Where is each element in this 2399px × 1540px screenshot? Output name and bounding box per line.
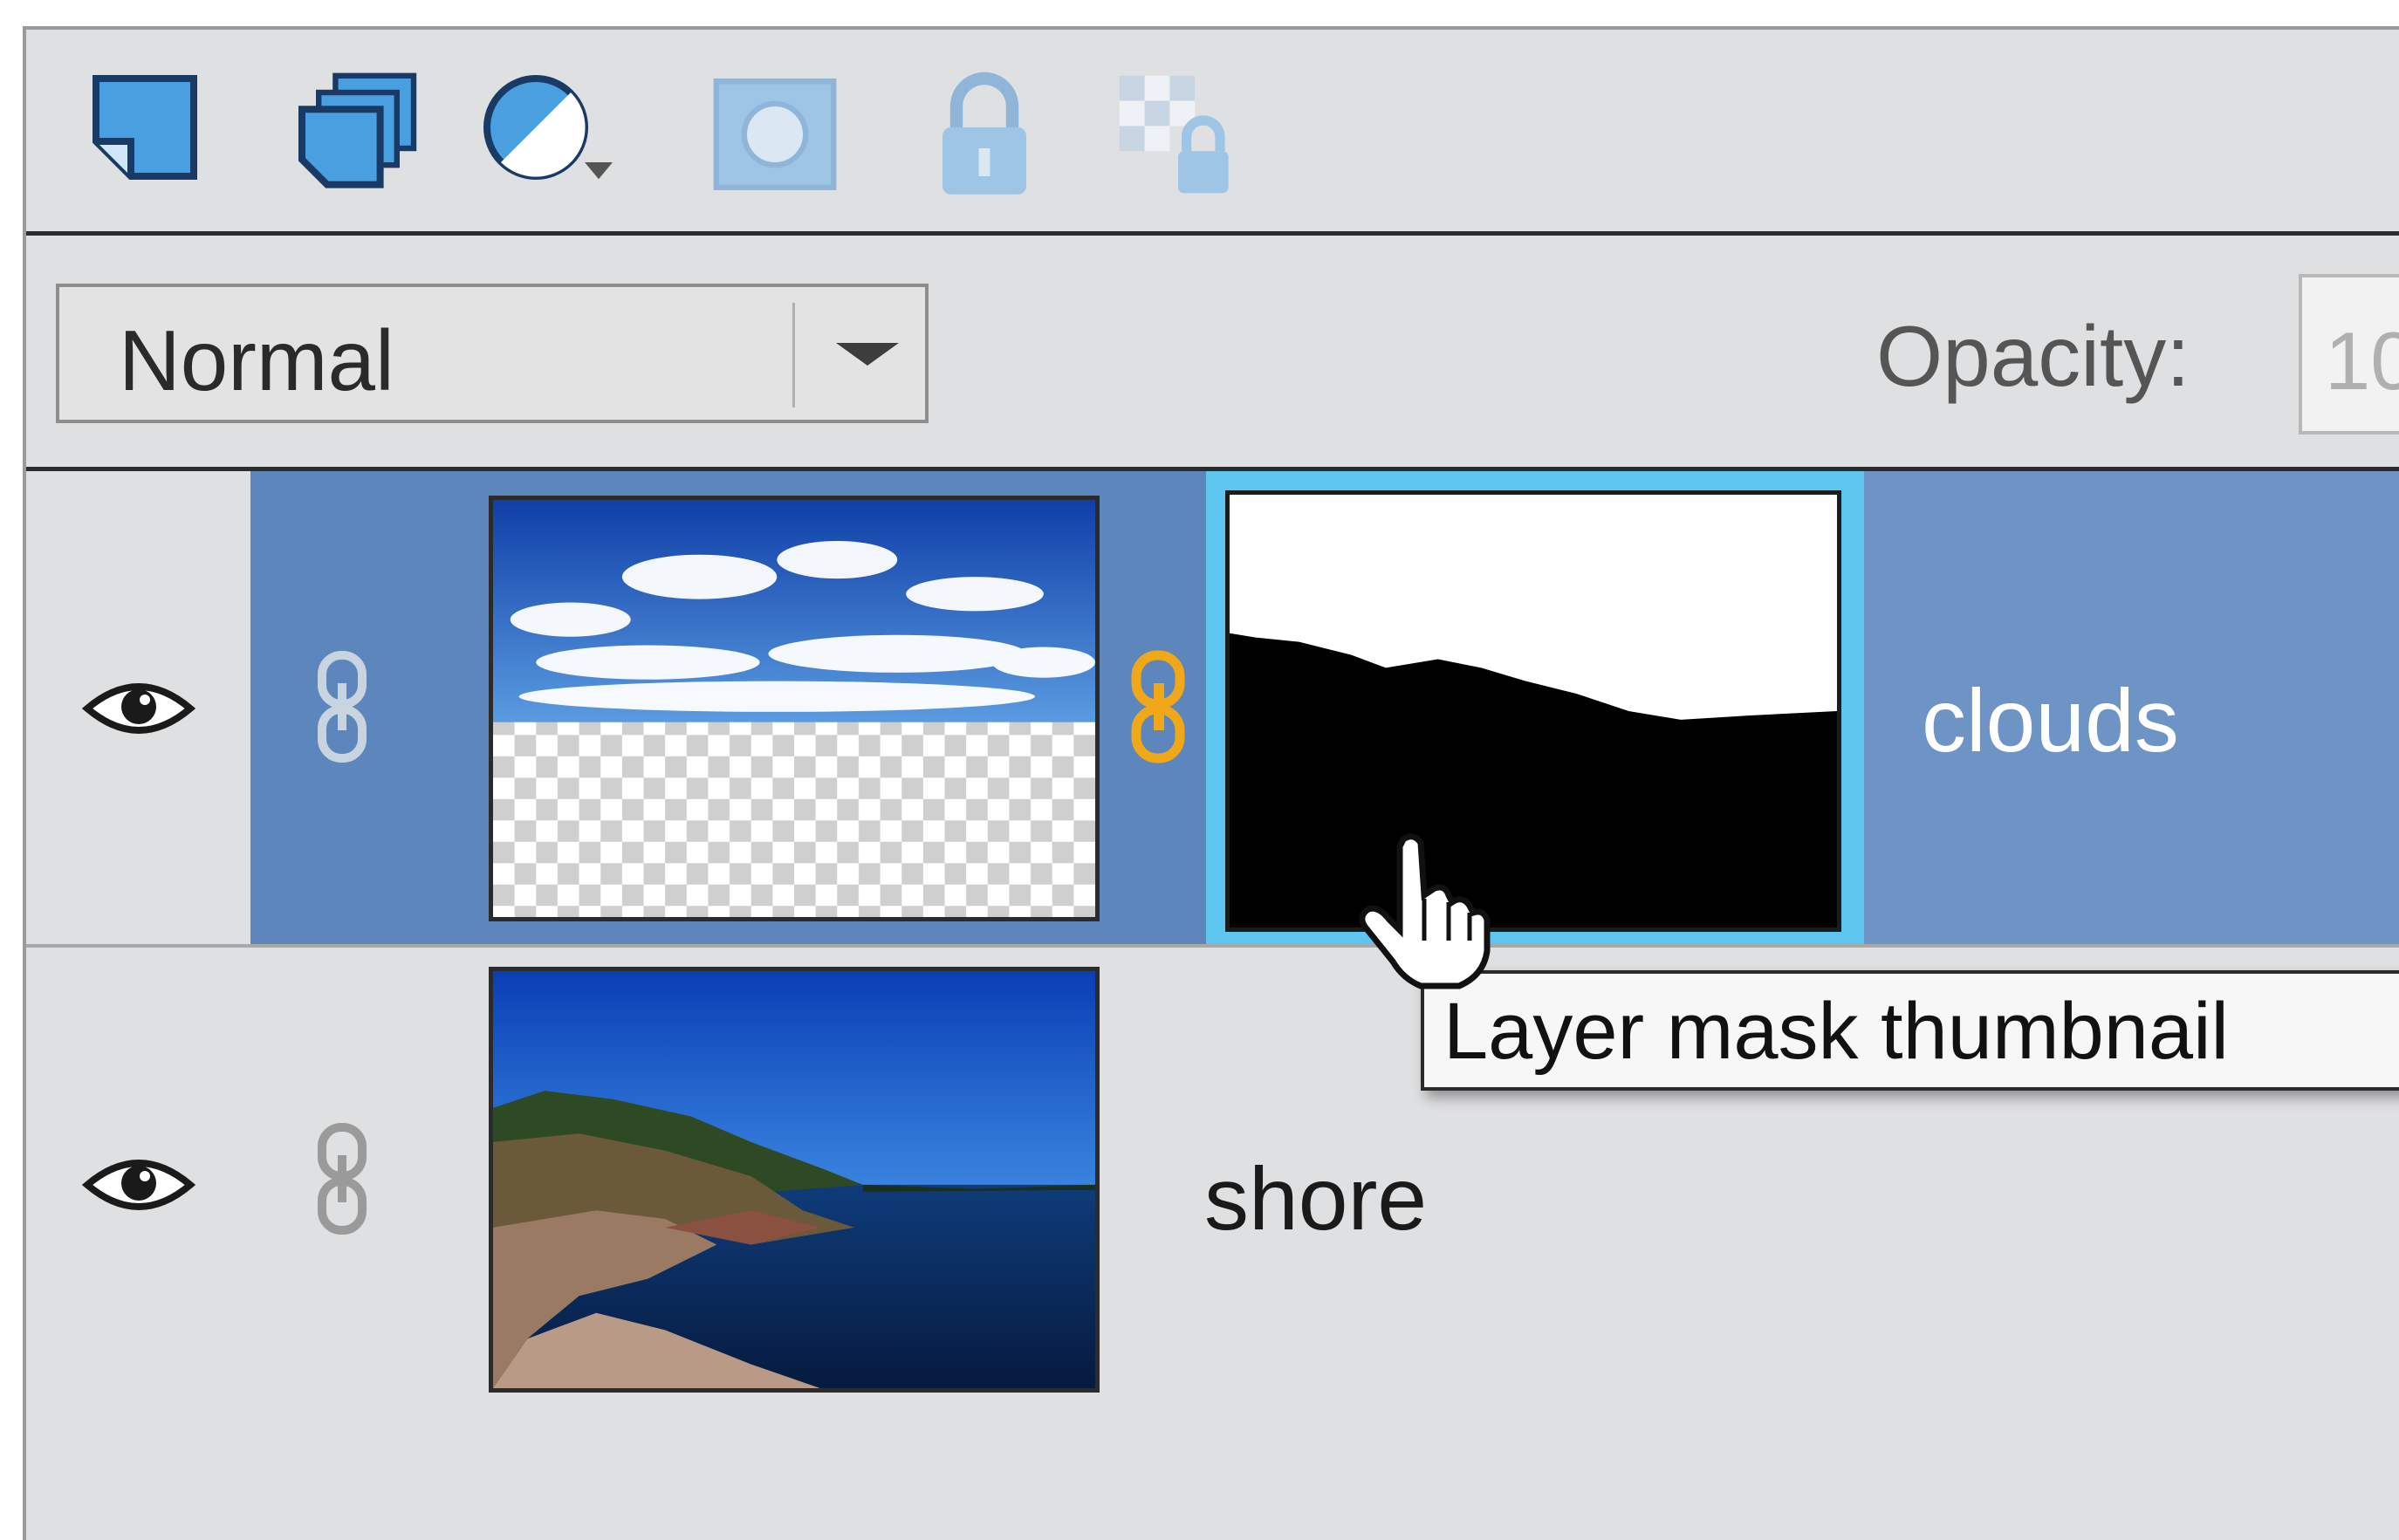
layers-toolbar — [26, 30, 2399, 236]
opacity-value: 10 — [2325, 315, 2399, 407]
chevron-down-icon — [836, 343, 899, 366]
layers-panel: Normal Opacity: 10 clouds shore — [23, 26, 2399, 1540]
blend-row: Normal Opacity: 10 — [26, 236, 2399, 471]
tooltip-text: Layer mask thumbnail — [1443, 987, 2229, 1076]
lock-transparency-icon — [1108, 65, 1248, 204]
layer-row-clouds[interactable]: clouds — [26, 471, 2399, 948]
mask-preview — [1225, 490, 1841, 932]
blend-mode-select[interactable]: Normal — [56, 284, 929, 423]
select-divider — [792, 303, 795, 407]
new-group-icon[interactable] — [288, 65, 428, 204]
mask-link-icon[interactable] — [1124, 650, 1194, 763]
layer-name-clouds[interactable]: clouds — [1922, 670, 2179, 772]
hand-cursor-icon — [1351, 825, 1499, 991]
add-mask-icon — [705, 65, 845, 204]
shore-layer-thumbnail[interactable] — [489, 967, 1100, 1393]
layer-name-shore[interactable]: shore — [1204, 1148, 1427, 1250]
layer-mask-thumbnail[interactable] — [1206, 471, 1864, 948]
new-layer-icon[interactable] — [82, 65, 222, 204]
adjustment-layer-icon[interactable] — [480, 65, 620, 204]
opacity-label: Opacity: — [1876, 308, 2190, 404]
eye-icon[interactable] — [81, 1150, 196, 1220]
eye-icon[interactable] — [81, 674, 196, 743]
opacity-field[interactable]: 10 — [2299, 274, 2399, 435]
lock-all-icon — [915, 65, 1054, 204]
clouds-layer-thumbnail[interactable] — [489, 496, 1100, 921]
blend-mode-value: Normal — [119, 312, 394, 408]
link-icon[interactable] — [310, 650, 374, 763]
tooltip: Layer mask thumbnail — [1421, 970, 2399, 1091]
link-icon[interactable] — [310, 1122, 374, 1235]
